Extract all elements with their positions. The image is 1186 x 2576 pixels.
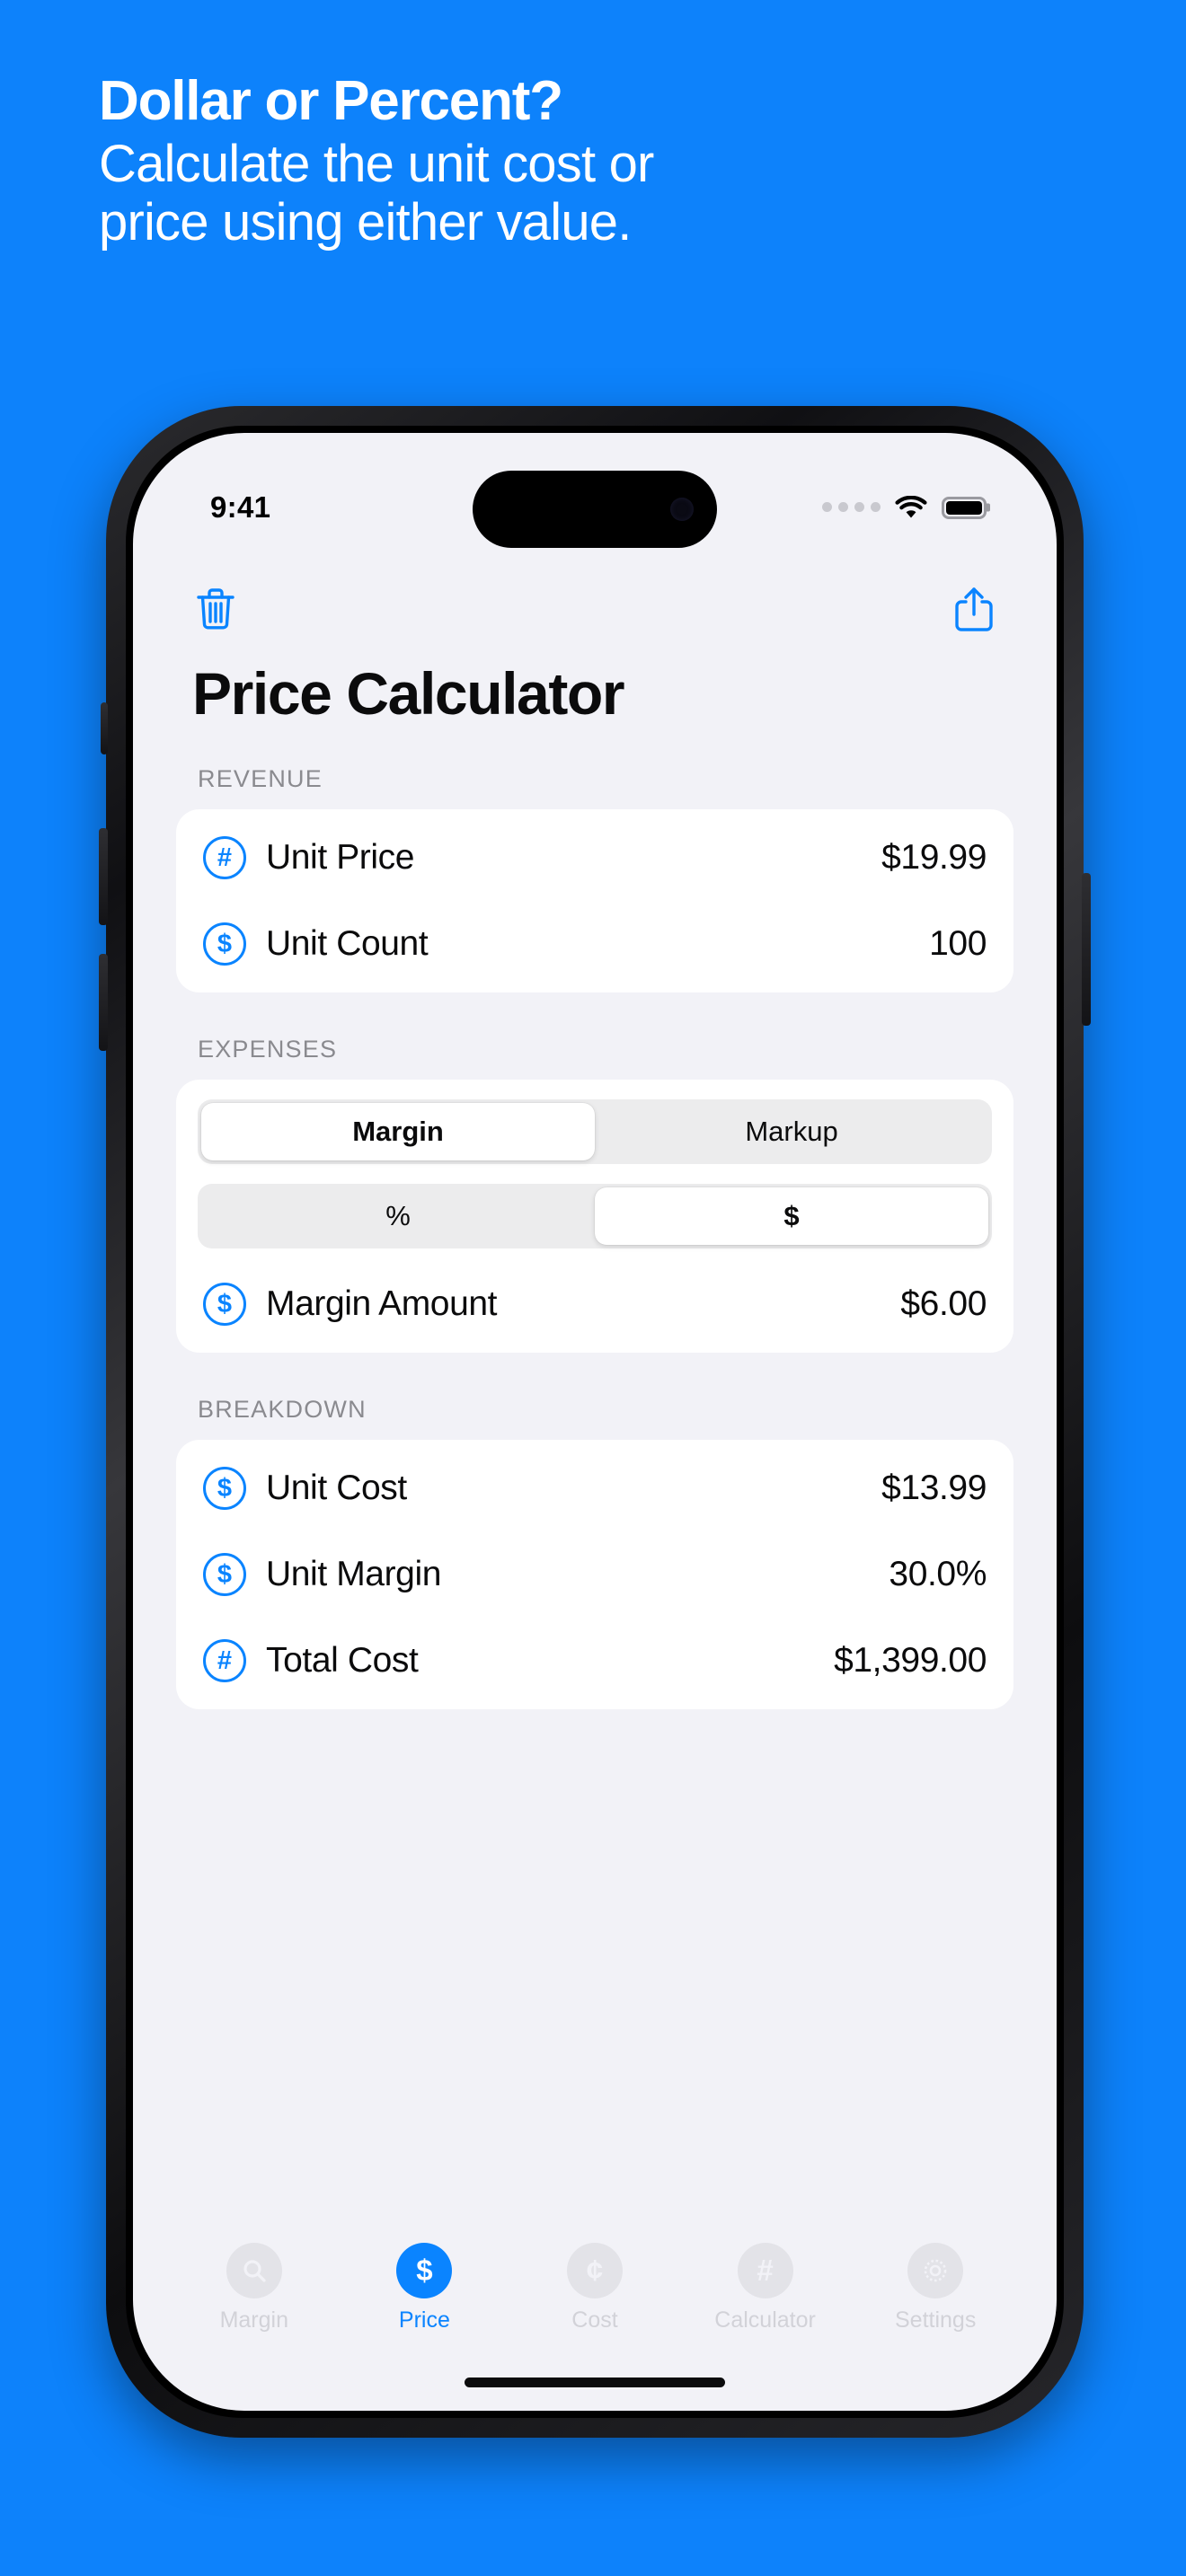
segment-margin[interactable]: Margin	[201, 1103, 595, 1160]
row-value: 30.0%	[889, 1555, 987, 1593]
breakdown-card: $ Unit Cost $13.99 $ Unit Margin 30.0% #	[176, 1440, 1013, 1709]
wifi-icon	[895, 496, 927, 518]
tab-margin[interactable]: Margin	[169, 2243, 340, 2333]
row-label: Margin Amount	[266, 1284, 498, 1323]
page-title: Price Calculator	[192, 660, 625, 727]
main-content: REVENUE # Unit Price $19.99 $ Unit Count…	[133, 765, 1057, 1752]
row-label: Unit Cost	[266, 1469, 407, 1507]
gear-icon	[907, 2243, 964, 2298]
promo-subhead: Calculate the unit cost or price using e…	[99, 134, 1105, 252]
dollar-badge-icon: $	[203, 1283, 246, 1326]
promo-background: Dollar or Percent? Calculate the unit co…	[0, 0, 1186, 2576]
promo-text-block: Dollar or Percent? Calculate the unit co…	[99, 70, 1105, 252]
app-toolbar	[133, 569, 1057, 648]
row-value: $1,399.00	[834, 1641, 987, 1680]
dollar-badge-icon: $	[203, 922, 246, 966]
revenue-card: # Unit Price $19.99 $ Unit Count 100	[176, 809, 1013, 992]
row-value[interactable]: $19.99	[881, 838, 987, 878]
table-row[interactable]: # Unit Price $19.99	[176, 815, 1013, 901]
margin-markup-segmented[interactable]: Margin Markup	[198, 1099, 992, 1164]
table-row[interactable]: $ Unit Margin 30.0%	[176, 1531, 1013, 1618]
volume-up-button[interactable]	[99, 828, 108, 925]
tab-calculator[interactable]: # Calculator	[680, 2243, 851, 2333]
tab-label: Margin	[219, 2307, 288, 2333]
row-label: Total Cost	[266, 1641, 419, 1680]
section-header-revenue: REVENUE	[198, 765, 323, 792]
promo-subhead-line-2: price using either value.	[99, 192, 632, 251]
tab-settings[interactable]: Settings	[850, 2243, 1021, 2333]
table-row[interactable]: $ Unit Cost $13.99	[176, 1445, 1013, 1531]
row-label: Unit Margin	[266, 1555, 441, 1593]
row-value[interactable]: 100	[929, 924, 987, 964]
battery-full-icon	[942, 496, 987, 519]
share-icon[interactable]	[951, 584, 997, 634]
tab-cost[interactable]: ¢ Cost	[509, 2243, 680, 2333]
hash-badge-icon: #	[203, 836, 246, 879]
row-label: Unit Count	[266, 924, 429, 963]
tab-label: Settings	[895, 2307, 977, 2333]
section-header-expenses: EXPENSES	[198, 1036, 338, 1063]
dollar-badge-icon: $	[203, 1553, 246, 1596]
promo-headline: Dollar or Percent?	[99, 70, 563, 132]
segment-percent[interactable]: %	[201, 1187, 595, 1245]
volume-down-button[interactable]	[99, 954, 108, 1051]
status-bar: 9:41	[133, 476, 1057, 539]
section-expenses: EXPENSES Margin Markup % $ $ Margin Amou…	[176, 1036, 1013, 1353]
row-value: $13.99	[881, 1469, 987, 1507]
status-indicators	[822, 496, 987, 519]
phone-screen: 9:41 Price Calculator REVENUE # Unit Pri…	[133, 433, 1057, 2411]
dollar-badge-icon: $	[203, 1467, 246, 1510]
promo-subhead-line-1: Calculate the unit cost or	[99, 134, 654, 193]
cent-icon: ¢	[566, 2243, 623, 2298]
silent-switch[interactable]	[101, 702, 108, 754]
section-header-breakdown: BREAKDOWN	[198, 1396, 367, 1423]
dollar-icon: $	[396, 2243, 453, 2298]
tab-label: Calculator	[714, 2307, 816, 2333]
signal-dots-icon	[822, 501, 881, 514]
magnifier-icon	[226, 2243, 282, 2298]
phone-frame: 9:41 Price Calculator REVENUE # Unit Pri…	[99, 406, 1091, 2438]
tab-price[interactable]: $ Price	[340, 2243, 510, 2333]
section-revenue: REVENUE # Unit Price $19.99 $ Unit Count…	[176, 765, 1013, 992]
table-row[interactable]: $ Margin Amount $6.00	[176, 1261, 1013, 1347]
hash-icon: #	[737, 2243, 793, 2298]
table-row[interactable]: # Total Cost $1,399.00	[176, 1618, 1013, 1704]
phone-bezel: 9:41 Price Calculator REVENUE # Unit Pri…	[126, 426, 1064, 2418]
row-label: Unit Price	[266, 838, 415, 877]
power-button[interactable]	[1082, 873, 1091, 1026]
segment-markup[interactable]: Markup	[595, 1103, 988, 1160]
tab-bar: Margin $ Price ¢ Cost # Calculator Setti…	[133, 2243, 1057, 2333]
expenses-card: Margin Markup % $ $ Margin Amount $6.00	[176, 1080, 1013, 1353]
tab-label: Price	[398, 2307, 450, 2333]
percent-dollar-segmented[interactable]: % $	[198, 1184, 992, 1248]
trash-icon[interactable]	[192, 584, 239, 634]
table-row[interactable]: $ Unit Count 100	[176, 901, 1013, 987]
segment-dollar[interactable]: $	[595, 1187, 988, 1245]
hash-badge-icon: #	[203, 1639, 246, 1682]
home-indicator[interactable]	[465, 2378, 725, 2387]
tab-label: Cost	[571, 2307, 618, 2333]
status-clock: 9:41	[210, 490, 271, 524]
section-breakdown: BREAKDOWN $ Unit Cost $13.99 $ Unit Marg…	[176, 1396, 1013, 1709]
row-value[interactable]: $6.00	[900, 1284, 987, 1324]
